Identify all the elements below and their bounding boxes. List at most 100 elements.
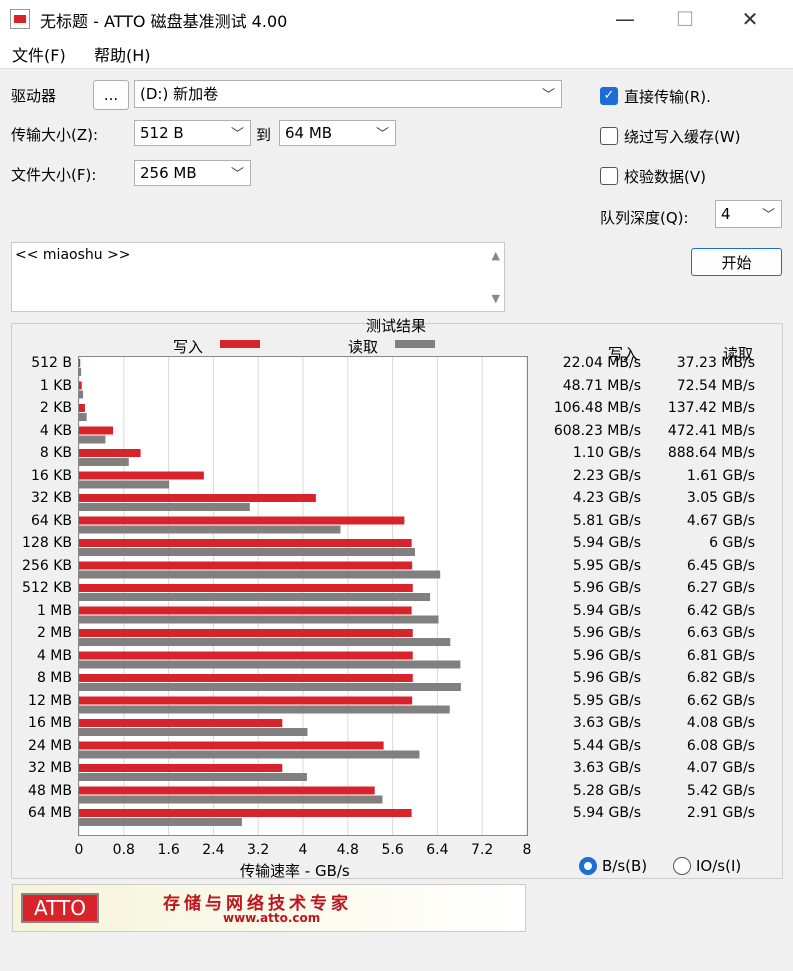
verify-checkbox[interactable] (600, 167, 618, 185)
io-per-sec-radio[interactable] (673, 857, 691, 875)
read-bar (79, 435, 106, 444)
write-value: 5.28 GB/s (572, 782, 641, 799)
drive-label: 驱动器 (11, 87, 57, 105)
atto-banner[interactable]: ATTO 存储与网络技术专家 www.atto.com (12, 884, 526, 932)
menu-help[interactable]: 帮助(H) (94, 42, 151, 66)
read-value: 2.91 GB/s (686, 805, 755, 821)
chevron-down-icon: ﹀ (230, 127, 244, 142)
chevron-down-icon: ﹀ (230, 167, 244, 182)
y-tick-label: 1 MB (36, 602, 72, 619)
write-value: 5.94 GB/s (572, 602, 641, 619)
start-button[interactable]: 开始 (691, 248, 782, 276)
y-tick-label: 48 MB (28, 782, 72, 799)
write-bar (79, 764, 283, 772)
bypass-cache-checkbox[interactable] (600, 127, 618, 145)
read-value: 6.81 GB/s (686, 647, 755, 664)
direct-io-checkbox[interactable]: ✓ (600, 87, 618, 105)
browse-button[interactable]: ... (93, 80, 129, 110)
transfer-from-select[interactable]: 512 B ﹀ (134, 120, 251, 146)
write-bar (79, 516, 405, 525)
x-tick-label: 6.4 (426, 842, 449, 858)
write-value: 5.94 GB/s (572, 805, 641, 821)
write-bar (79, 696, 413, 705)
y-tick-label: 12 MB (28, 692, 72, 709)
bytes-per-sec-radio[interactable] (579, 857, 597, 875)
y-tick-label: 64 MB (28, 805, 72, 821)
write-bar (79, 629, 413, 637)
write-value: 5.95 GB/s (572, 557, 641, 574)
read-value: 137.42 MB/s (667, 400, 755, 416)
write-value: 5.94 GB/s (572, 535, 641, 551)
minimize-button[interactable]: — (595, 0, 655, 38)
x-axis-label: 传输速率 - GB/s (240, 862, 350, 880)
menu-file[interactable]: 文件(F) (12, 42, 66, 66)
write-value: 5.96 GB/s (572, 580, 641, 596)
write-value: 5.95 GB/s (572, 692, 641, 709)
write-bar (79, 809, 412, 817)
write-bar (79, 786, 375, 795)
atto-logo: ATTO (21, 893, 99, 923)
read-value: 472.41 MB/s (667, 422, 755, 439)
write-value: 5.44 GB/s (572, 737, 641, 754)
maximize-button[interactable]: ☐ (655, 0, 715, 38)
x-tick-label: 4.8 (336, 842, 359, 858)
write-bar (79, 606, 412, 615)
read-bar (79, 570, 441, 579)
chevron-down-icon: ﹀ (541, 88, 555, 103)
write-bar (79, 561, 413, 570)
transfer-size-label: 传输大小(Z): (11, 126, 99, 144)
legend-read-swatch (395, 340, 435, 348)
read-bar (79, 480, 170, 489)
write-value: 3.63 GB/s (572, 760, 641, 776)
read-value: 4.07 GB/s (686, 760, 755, 776)
description-textarea[interactable]: << miaoshu >> ▲ ▼ (11, 242, 505, 312)
x-tick-label: 1.6 (157, 842, 180, 858)
read-value: 4.08 GB/s (686, 715, 755, 731)
close-button[interactable]: ✕ (720, 0, 780, 38)
write-value: 5.96 GB/s (572, 625, 641, 641)
chevron-down-icon: ﹀ (375, 127, 389, 142)
y-tick-label: 16 MB (28, 715, 72, 731)
transfer-to-select[interactable]: 64 MB ﹀ (279, 120, 396, 146)
read-value: 6.27 GB/s (686, 580, 755, 596)
chart-title: 测试结果 (366, 317, 427, 335)
read-bar (79, 593, 431, 601)
queue-depth-select[interactable]: 4 ﹀ (715, 200, 782, 228)
scroll-down-icon[interactable]: ▼ (492, 292, 500, 305)
read-value: 1.61 GB/s (686, 467, 755, 484)
write-value: 1.10 GB/s (572, 445, 641, 461)
y-tick-label: 32 MB (28, 760, 72, 776)
y-tick-label: 8 MB (36, 670, 72, 686)
bypass-cache-label: 绕过写入缓存(W) (624, 128, 741, 146)
y-tick-label: 512 KB (22, 580, 72, 596)
read-value: 6.08 GB/s (686, 737, 755, 754)
drive-value: (D:) 新加卷 (140, 85, 219, 103)
read-value: 5.42 GB/s (686, 782, 755, 799)
chevron-down-icon: ﹀ (761, 208, 775, 223)
x-tick-label: 4 (298, 842, 308, 858)
scroll-up-icon[interactable]: ▲ (492, 249, 500, 262)
y-tick-label: 4 MB (36, 647, 72, 664)
write-bar (79, 539, 412, 547)
read-bar (79, 548, 415, 556)
read-bar (79, 615, 439, 624)
io-per-sec-label: IO/s(I) (696, 857, 742, 875)
bar-chart (78, 356, 528, 836)
write-bar (79, 741, 384, 750)
read-value: 4.67 GB/s (686, 512, 755, 529)
y-tick-label: 4 KB (39, 422, 72, 439)
read-bar (79, 503, 250, 511)
drive-select[interactable]: (D:) 新加卷 ﹀ (134, 80, 562, 108)
x-tick-label: 2.4 (202, 842, 225, 858)
read-bar (79, 750, 420, 759)
y-tick-label: 8 KB (39, 445, 72, 461)
file-size-select[interactable]: 256 MB ﹀ (134, 160, 251, 186)
write-value: 106.48 MB/s (553, 400, 641, 416)
y-tick-label: 128 KB (22, 535, 72, 551)
y-tick-label: 24 MB (28, 737, 72, 754)
y-tick-label: 256 KB (22, 557, 72, 574)
write-value: 5.81 GB/s (572, 512, 641, 529)
read-value: 6 GB/s (709, 535, 755, 551)
description-text: << miaoshu >> (15, 247, 131, 263)
file-size-label: 文件大小(F): (11, 166, 97, 184)
